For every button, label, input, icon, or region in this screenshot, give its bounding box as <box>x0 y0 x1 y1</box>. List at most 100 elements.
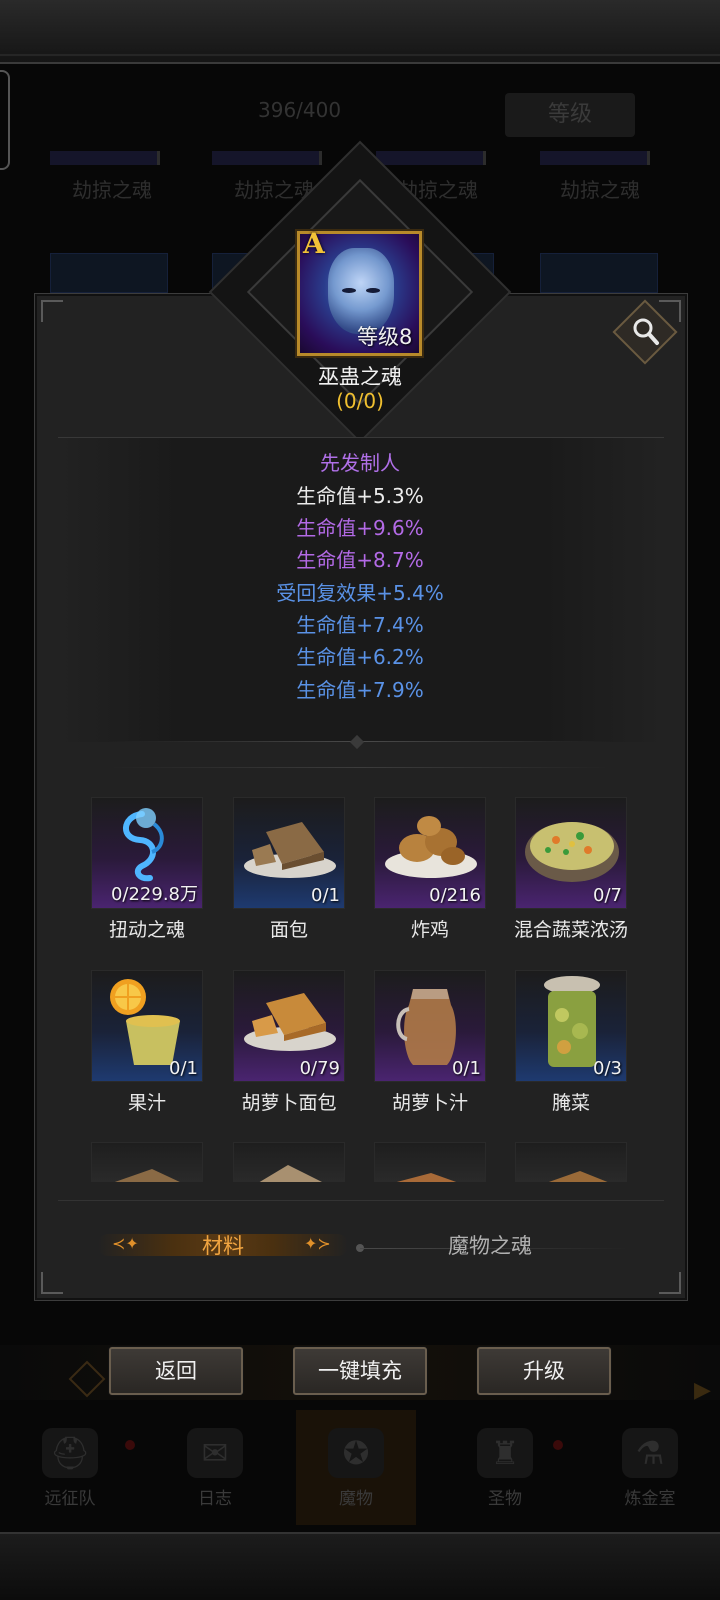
rank-badge: A <box>303 227 325 260</box>
tab-monster-souls[interactable]: 魔物之魂 <box>420 1230 560 1260</box>
food-icon <box>114 1169 180 1182</box>
tab-label: 材料 <box>202 1234 244 1258</box>
bg-soul-bar <box>212 151 322 165</box>
tab-separator <box>58 1200 664 1201</box>
stat-line: 生命值+7.9% <box>296 678 424 702</box>
material-name: 腌菜 <box>551 1092 590 1114</box>
material-tile: 0/216 <box>374 797 486 909</box>
bg-soul-card <box>540 253 658 293</box>
material-qty: 0/1 <box>311 885 340 906</box>
stat-line: 生命值+7.4% <box>296 613 424 637</box>
panel-corner <box>41 1272 63 1294</box>
top-frame <box>0 0 720 64</box>
alchemy-icon: ⚗ <box>622 1428 678 1478</box>
soul-level: 等级8 <box>357 325 413 349</box>
material-item-partial <box>515 1142 627 1182</box>
material-name: 胡萝卜面包 <box>241 1092 337 1114</box>
vegetable-soup-icon <box>525 822 619 882</box>
material-item[interactable]: 0/7 混合蔬菜浓汤 <box>514 797 628 942</box>
bg-soul-card <box>50 253 168 293</box>
upgrade-button[interactable]: 升级 <box>477 1347 611 1395</box>
material-qty: 0/216 <box>429 885 481 906</box>
material-item-partial <box>233 1142 345 1182</box>
material-item-partial <box>374 1142 486 1182</box>
bottom-nav: ⛑ 远征队 ✉ 日志 ✪ 魔物 ♜ 圣物 ⚗ 炼金室 <box>0 1410 720 1525</box>
material-tile: 0/1 <box>233 797 345 909</box>
scroll-icon: ✉ <box>187 1428 243 1478</box>
divider <box>108 767 612 768</box>
material-name: 果汁 <box>127 1092 166 1114</box>
bg-progress-text: 396/400 <box>258 98 342 122</box>
nav-item-label: 炼金室 <box>624 1489 676 1509</box>
nav-item-journal: ✉ 日志 <box>155 1410 275 1525</box>
eye <box>342 288 356 293</box>
spirit-wisp-icon <box>123 808 164 882</box>
nav-item-label: 魔物 <box>339 1489 373 1509</box>
bread-icon <box>244 822 336 878</box>
nav-item-label: 圣物 <box>488 1489 522 1509</box>
material-item[interactable]: 0/3 腌菜 <box>515 970 627 1115</box>
material-qty: 0/1 <box>452 1058 481 1079</box>
soul-count: (0/0) <box>336 389 384 413</box>
notification-dot <box>125 1440 135 1450</box>
stat-line: 生命值+9.6% <box>296 516 424 540</box>
helmet-icon: ⛑ <box>42 1428 98 1478</box>
stat-title: 先发制人 <box>320 451 400 475</box>
food-icon <box>548 1171 608 1182</box>
fried-chicken-icon <box>385 816 477 878</box>
material-tile: 0/3 <box>515 970 627 1082</box>
material-item[interactable]: 0/216 炸鸡 <box>374 797 486 942</box>
stat-line: 受回复效果+5.4% <box>276 581 444 605</box>
material-item[interactable]: 0/1 果汁 <box>91 970 203 1115</box>
tab-materials[interactable]: ≺✦ ✦≻ 材料 <box>98 1226 348 1262</box>
material-name: 扭动之魂 <box>108 919 185 941</box>
bg-level-button: 等级 <box>505 93 635 137</box>
juice-icon <box>110 979 180 1065</box>
food-icon <box>396 1173 457 1182</box>
material-qty: 0/3 <box>593 1058 622 1079</box>
material-item[interactable]: 0/79 胡萝卜面包 <box>233 970 345 1115</box>
stat-line: 生命值+8.7% <box>296 548 424 572</box>
material-tile: 0/7 <box>515 797 627 909</box>
material-item-partial <box>91 1142 203 1182</box>
bg-soul-label: 劫掠之魂 <box>72 178 152 202</box>
material-qty: 0/229.8万 <box>110 884 198 905</box>
material-item[interactable]: 0/229.8万 扭动之魂 <box>91 797 203 942</box>
material-name: 胡萝卜汁 <box>391 1092 468 1114</box>
nav-item-alchemy: ⚗ 炼金室 <box>590 1410 710 1525</box>
food-icon <box>259 1165 322 1182</box>
back-button[interactable]: 返回 <box>109 1347 243 1395</box>
material-qty: 0/7 <box>593 885 622 906</box>
material-item[interactable]: 0/1 胡萝卜汁 <box>374 970 486 1115</box>
material-tile: 0/1 <box>91 970 203 1082</box>
material-tile: 0/79 <box>233 970 345 1082</box>
material-qty: 0/79 <box>299 1058 340 1079</box>
material-item[interactable]: 0/1 面包 <box>233 797 345 942</box>
material-qty: 0/1 <box>169 1058 198 1079</box>
nav-item-monster: ✪ 魔物 <box>296 1410 416 1525</box>
beast-icon: ✪ <box>328 1428 384 1478</box>
material-name: 面包 <box>269 919 308 941</box>
stat-line: 生命值+5.3% <box>296 484 424 508</box>
bg-soul-bar <box>376 151 486 165</box>
bg-soul-label: 劫掠之魂 <box>560 178 640 202</box>
bg-soul-bar <box>50 151 160 165</box>
material-name: 炸鸡 <box>410 919 449 941</box>
material-name: 混合蔬菜浓汤 <box>513 919 628 941</box>
nav-item-relic: ♜ 圣物 <box>445 1410 565 1525</box>
material-tile: 0/1 <box>374 970 486 1082</box>
bottom-frame <box>0 1532 720 1600</box>
material-tile: 0/229.8万 <box>91 797 203 909</box>
nav-item-label: 远征队 <box>44 1489 96 1509</box>
auto-fill-button[interactable]: 一键填充 <box>293 1347 427 1395</box>
notification-dot <box>553 1440 563 1450</box>
relic-icon: ♜ <box>477 1428 533 1478</box>
magnifier-icon <box>633 318 659 345</box>
panel-corner <box>41 300 63 322</box>
nav-item-label: 日志 <box>198 1489 232 1509</box>
chevron-right-icon: ▶ <box>694 1378 711 1403</box>
stat-line: 生命值+6.2% <box>296 645 424 669</box>
soul-name: 巫蛊之魂 <box>318 365 402 389</box>
nav-item-expedition: ⛑ 远征队 <box>10 1410 130 1525</box>
bg-soul-bar <box>540 151 650 165</box>
